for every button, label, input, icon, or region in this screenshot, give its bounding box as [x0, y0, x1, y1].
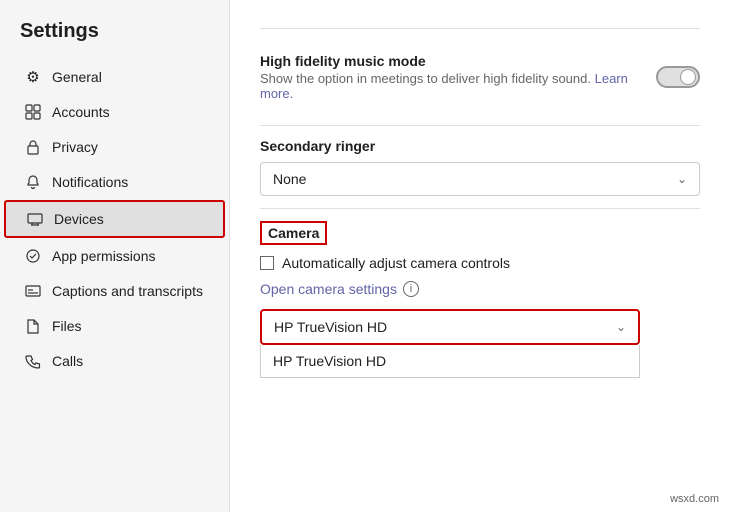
- sidebar-item-label-app-permissions: App permissions: [52, 248, 156, 264]
- chevron-down-icon: ⌄: [677, 172, 687, 186]
- camera-dropdown[interactable]: HP TrueVision HD ⌄: [260, 309, 640, 345]
- sidebar-item-calls[interactable]: Calls: [4, 344, 225, 378]
- privacy-icon: [24, 138, 42, 156]
- captions-icon: [24, 282, 42, 300]
- high-fidelity-info: High fidelity music mode Show the option…: [260, 53, 656, 101]
- files-icon: [24, 317, 42, 335]
- toggle-knob: [680, 69, 696, 85]
- general-icon: ⚙: [24, 68, 42, 86]
- settings-title: Settings: [0, 16, 229, 59]
- watermark: wsxd.com: [667, 492, 722, 506]
- sidebar-item-captions[interactable]: Captions and transcripts: [4, 274, 225, 308]
- calls-icon: [24, 352, 42, 370]
- sidebar-item-privacy[interactable]: Privacy: [4, 130, 225, 164]
- accounts-icon: [24, 103, 42, 121]
- sidebar-item-label-files: Files: [52, 318, 82, 334]
- auto-adjust-label: Automatically adjust camera controls: [282, 255, 510, 271]
- notifications-icon: [24, 173, 42, 191]
- sidebar-item-label-general: General: [52, 69, 102, 85]
- sidebar-item-label-devices: Devices: [54, 211, 104, 227]
- secondary-ringer-header: Secondary ringer: [260, 138, 700, 154]
- app-permissions-icon: [24, 247, 42, 265]
- camera-option-value: HP TrueVision HD: [273, 353, 386, 369]
- auto-adjust-row: Automatically adjust camera controls: [260, 255, 700, 271]
- sidebar-item-app-permissions[interactable]: App permissions: [4, 239, 225, 273]
- high-fidelity-description: Show the option in meetings to deliver h…: [260, 71, 656, 101]
- camera-divider: [260, 208, 700, 209]
- main-content: High fidelity music mode Show the option…: [230, 0, 730, 512]
- sidebar-item-label-calls: Calls: [52, 353, 83, 369]
- secondary-ringer-dropdown[interactable]: None ⌄: [260, 162, 700, 196]
- sidebar-item-devices[interactable]: Devices: [4, 200, 225, 238]
- sidebar-item-label-captions: Captions and transcripts: [52, 283, 203, 299]
- info-icon: i: [403, 281, 419, 297]
- camera-chevron-icon: ⌄: [616, 320, 626, 334]
- sidebar-item-accounts[interactable]: Accounts: [4, 95, 225, 129]
- sidebar-item-label-notifications: Notifications: [52, 174, 128, 190]
- high-fidelity-label: High fidelity music mode: [260, 53, 656, 69]
- mid-divider: [260, 125, 700, 126]
- camera-dropdown-option[interactable]: HP TrueVision HD: [260, 345, 640, 378]
- camera-dropdown-value: HP TrueVision HD: [274, 319, 387, 335]
- sidebar-item-general[interactable]: ⚙ General: [4, 60, 225, 94]
- sidebar-item-label-accounts: Accounts: [52, 104, 110, 120]
- sidebar-item-label-privacy: Privacy: [52, 139, 98, 155]
- devices-icon: [26, 210, 44, 228]
- high-fidelity-toggle[interactable]: [656, 66, 700, 88]
- open-camera-settings-row[interactable]: Open camera settings i: [260, 281, 700, 297]
- open-camera-settings-link[interactable]: Open camera settings: [260, 281, 397, 297]
- high-fidelity-row: High fidelity music mode Show the option…: [260, 41, 700, 113]
- camera-header: Camera: [260, 221, 327, 245]
- secondary-ringer-value: None: [273, 171, 306, 187]
- camera-section: Camera Automatically adjust camera contr…: [260, 221, 700, 378]
- sidebar-item-files[interactable]: Files: [4, 309, 225, 343]
- sidebar: Settings ⚙ General Accounts: [0, 0, 230, 512]
- top-divider: [260, 28, 700, 29]
- auto-adjust-checkbox[interactable]: [260, 256, 274, 270]
- sidebar-item-notifications[interactable]: Notifications: [4, 165, 225, 199]
